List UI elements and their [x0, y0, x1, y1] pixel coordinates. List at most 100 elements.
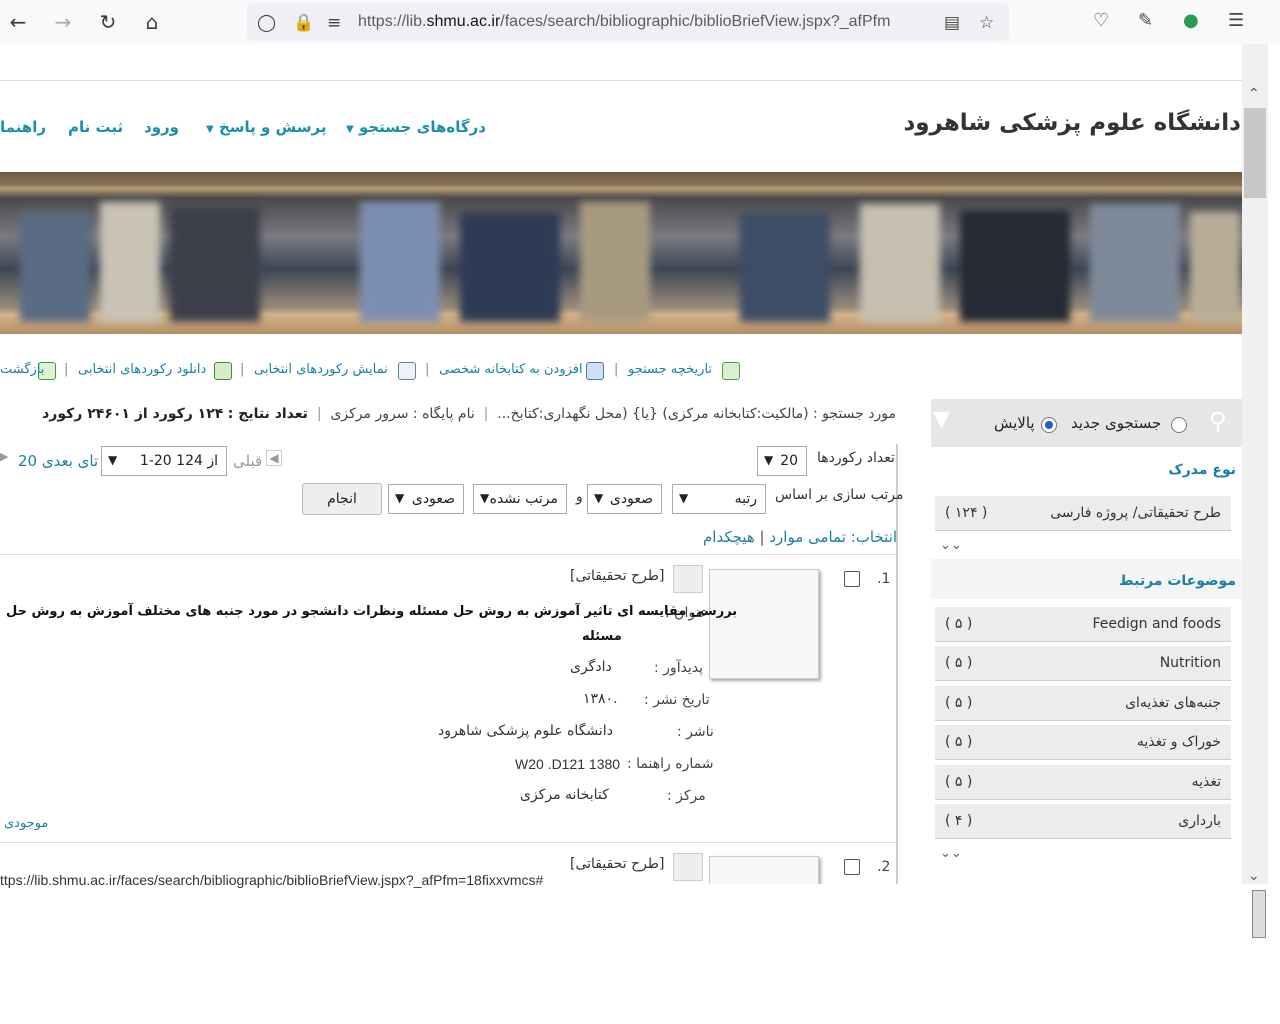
refine-label[interactable]: پالایش — [994, 414, 1035, 432]
page-range-select[interactable]: 1-20 از 124 ▼ — [101, 446, 227, 476]
select-all-link[interactable]: تمامی موارد — [769, 528, 846, 546]
scroll-up-icon[interactable]: ⌃ — [1248, 86, 1260, 102]
url-bar[interactable]: ◯ 🔒 ≡ https://lib.shmu.ac.ir/faces/searc… — [247, 3, 1009, 41]
chevron-down-icon: ▼ — [206, 124, 214, 135]
expand-chevron-icon[interactable]: ⌄⌄ — [940, 538, 962, 553]
separator: | — [614, 362, 619, 377]
new-search-label[interactable]: جستجوی جدید — [1071, 414, 1161, 432]
url-text[interactable]: https://lib.shmu.ac.ir/faces/search/bibl… — [358, 13, 933, 31]
apply-sort-button[interactable]: انجام — [302, 483, 382, 515]
next-arrow-icon[interactable]: ▶ — [0, 450, 8, 463]
permissions-icon[interactable]: ≡ — [327, 13, 341, 33]
nav-register[interactable]: ثبت نام — [68, 118, 123, 136]
next-link[interactable]: 20 تای بعدی — [18, 452, 98, 470]
search-icon[interactable]: ⚲ — [1209, 407, 1227, 435]
history-icon[interactable] — [722, 362, 740, 380]
results-count-value: ۱۲۴ رکورد از ۲۴۶۰۱ رکورد — [42, 406, 224, 422]
facet-item[interactable]: طرح تحقیقاتی/ پروژه فارسی ( ۱۲۴ ) — [935, 496, 1231, 531]
record-title-continued[interactable]: مسئله — [582, 629, 622, 644]
prev-arrow-icon[interactable]: ◀ — [266, 450, 282, 466]
add-to-personal-library-link[interactable]: افزودن به کتابخانه شخصی — [439, 362, 583, 377]
facet-label[interactable]: Nutrition — [1160, 655, 1221, 671]
nav-qa[interactable]: پرسش و پاسخ ▼ — [206, 118, 326, 136]
records-count-select[interactable]: 20 ▼ — [757, 446, 807, 476]
facet-label[interactable]: طرح تحقیقاتی/ پروژه فارسی — [1050, 505, 1221, 521]
refine-radio[interactable] — [1041, 417, 1057, 433]
sort-field-select[interactable]: رتبه ▼ — [672, 484, 766, 514]
nav-login[interactable]: ورود — [144, 118, 179, 136]
facet-count: ( ۵ ) — [945, 774, 973, 790]
vertical-scrollbar[interactable]: ⌃ ⌄ — [1242, 44, 1268, 884]
facet-item[interactable]: Nutrition ( ۵ ) — [935, 646, 1231, 681]
doc-type-section: نوع مدرک — [931, 448, 1242, 488]
facet-count: ( ۵ ) — [945, 616, 973, 632]
date-label: تاریخ نشر : — [644, 692, 710, 708]
select-bar: انتخاب: تمامی موارد | هیچکدام — [703, 528, 898, 546]
prev-link[interactable]: قبلی — [233, 452, 262, 470]
forward-icon[interactable]: → — [47, 6, 79, 38]
separator: | — [64, 362, 69, 377]
record-thumbnail[interactable] — [709, 856, 819, 884]
select-none-link[interactable]: هیچکدام — [703, 528, 755, 546]
facet-item[interactable]: جنبه‌های تغذیه‌ای ( ۵ ) — [935, 686, 1231, 721]
facet-label[interactable]: جنبه‌های تغذیه‌ای — [1125, 695, 1221, 711]
sort-direction2-select[interactable]: صعودی ▼ — [388, 484, 464, 514]
facet-item[interactable]: خوراک و تغذیه ( ۵ ) — [935, 725, 1231, 760]
filter-icon[interactable]: ▼ — [933, 407, 950, 432]
search-history-link[interactable]: تاریخچه جستجو — [628, 362, 712, 377]
pocket-icon[interactable]: ♡ — [1093, 10, 1109, 31]
lock-icon[interactable]: 🔒 — [293, 13, 314, 33]
facet-count: ( ۴ ) — [945, 813, 973, 829]
facet-count: ( ۵ ) — [945, 695, 973, 711]
record-checkbox[interactable] — [844, 571, 860, 587]
facet-label[interactable]: خوراک و تغذیه — [1137, 734, 1221, 750]
add-library-icon[interactable] — [586, 362, 604, 380]
record-thumbnail[interactable] — [709, 569, 819, 679]
record-type: [طرح تحقیقاتی] — [570, 856, 665, 872]
extension-badge-icon[interactable]: ● — [1183, 10, 1199, 31]
list-icon[interactable] — [398, 362, 416, 380]
results-count-label: تعداد نتایج : — [227, 406, 308, 422]
facet-item[interactable]: Feedign and foods ( ۵ ) — [935, 607, 1231, 642]
reader-view-icon[interactable]: ▤ — [944, 13, 960, 33]
menu-icon[interactable]: ☰ — [1228, 10, 1244, 31]
callno-label: شماره راهنما : — [627, 756, 714, 772]
record-callno: W20 .D121 1380 — [515, 756, 621, 772]
banner-image — [0, 172, 1242, 334]
divider — [0, 554, 896, 555]
scroll-down-icon[interactable]: ⌄ — [1248, 868, 1260, 884]
center-label: مرکز : — [667, 788, 706, 804]
publisher-label: ناشر : — [677, 724, 714, 740]
back-link[interactable]: بازگشت — [0, 362, 44, 377]
sort-direction-select[interactable]: صعودی ▼ — [587, 484, 662, 514]
home-icon[interactable]: ⌂ — [136, 6, 168, 38]
scrollbar-thumb[interactable] — [1244, 108, 1266, 198]
database-name: نام پایگاه : سرور مرکزی — [330, 406, 475, 422]
facet-item[interactable]: بارداری ( ۴ ) — [935, 804, 1231, 839]
facet-count: ( ۱۲۴ ) — [945, 505, 988, 521]
doc-type-icon — [673, 853, 703, 881]
bookmark-star-icon[interactable]: ☆ — [979, 13, 994, 33]
extensions-icon[interactable]: ✎ — [1138, 10, 1153, 31]
facet-item[interactable]: تغذیه ( ۵ ) — [935, 765, 1231, 800]
facet-label[interactable]: بارداری — [1178, 813, 1221, 829]
download-icon[interactable] — [214, 362, 232, 380]
record-checkbox[interactable] — [844, 859, 860, 875]
facet-label[interactable]: تغذیه — [1192, 774, 1221, 790]
record-title[interactable]: بررسی مقایسه ای تاثیر آموزش به روش حل مس… — [6, 604, 737, 619]
sort-field2-select[interactable]: مرتب نشده ▼ — [473, 484, 567, 514]
new-search-radio[interactable] — [1171, 417, 1187, 433]
expand-chevron-icon[interactable]: ⌄⌄ — [940, 846, 962, 861]
availability-link[interactable]: موجودی — [4, 816, 48, 831]
reload-icon[interactable]: ↻ — [92, 6, 124, 38]
show-selected-link[interactable]: نمایش رکوردهای انتخابی — [254, 362, 388, 377]
shield-icon[interactable]: ◯ — [257, 13, 276, 33]
facet-label[interactable]: Feedign and foods — [1092, 616, 1221, 632]
back-icon[interactable]: ← — [2, 6, 34, 38]
download-selected-link[interactable]: دانلود رکوردهای انتخابی — [78, 362, 206, 377]
nav-search-portals[interactable]: درگاه‌های جستجو ▼ — [346, 118, 486, 136]
search-query: مورد جستجو : (مالکیت:کتابخانه مرکزی) {یا… — [497, 406, 896, 422]
scroll-handle[interactable] — [1252, 890, 1266, 938]
search-info: مورد جستجو : (مالکیت:کتابخانه مرکزی) {یا… — [42, 406, 896, 422]
nav-help[interactable]: راهنما — [0, 118, 46, 136]
